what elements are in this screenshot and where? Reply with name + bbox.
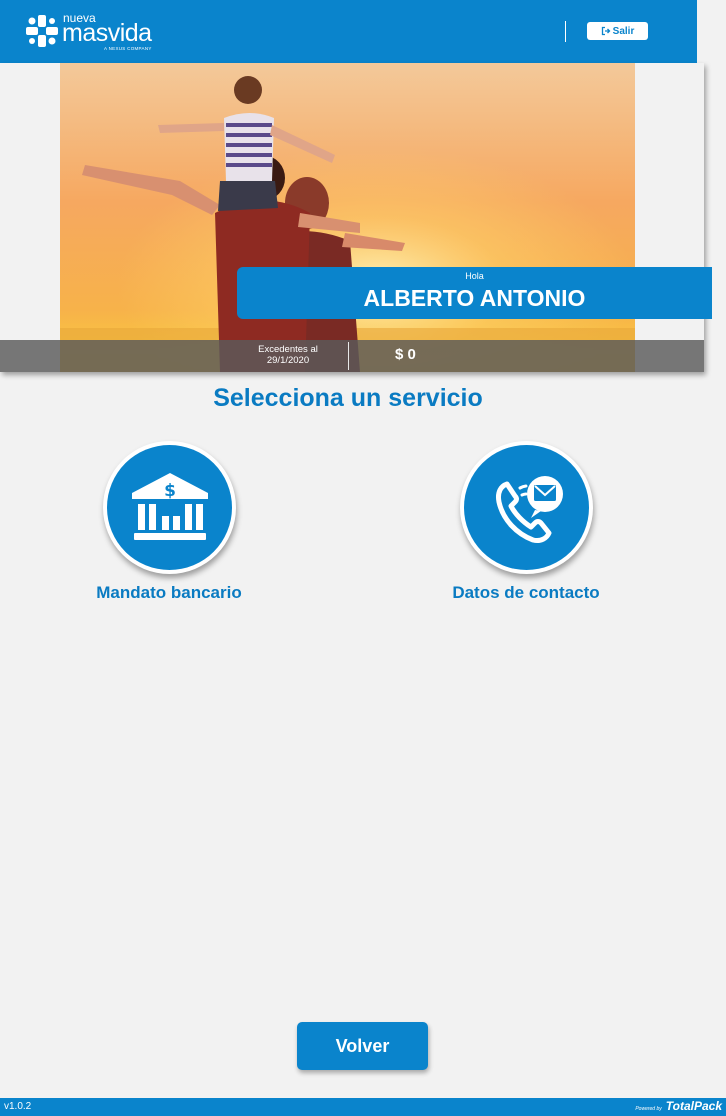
greeting-label: Hola [465,271,484,281]
logout-label: Salir [612,25,635,37]
totalpack-logo: TotalPack [665,1099,722,1113]
services-title: Selecciona un servicio [213,384,483,412]
greeting-box: Hola ALBERTO ANTONIO [237,267,712,319]
header-divider [565,21,566,42]
back-button[interactable]: Volver [297,1022,428,1070]
logout-button[interactable]: Salir [587,22,648,40]
logo-text-big: masvida [62,19,152,47]
logo-mark-icon [26,15,58,47]
balance-bar: Excedentes al 29/1/2020 $ 0 [0,340,704,372]
logo: nueva masvida A NEXUS COMPANY [24,12,164,52]
family-photo [60,63,635,372]
footer: v1.0.2 Powered by TotalPack [0,1098,726,1116]
service-bank-mandate-circle[interactable]: $ [103,441,236,574]
powered-by-text: Powered by [635,1106,662,1112]
service-contact-data-circle[interactable] [460,441,593,574]
balance-label-line1: Excedentes al [258,344,318,355]
sign-out-icon [601,26,611,36]
service-bank-mandate[interactable]: $ Mandato bancario [69,441,269,611]
app-header: nueva masvida A NEXUS COMPANY Salir [0,0,697,63]
balance-value: $ 0 [395,346,416,363]
service-contact-data-label[interactable]: Datos de contacto [426,582,626,604]
hero-banner: Hola ALBERTO ANTONIO Excedentes al 29/1/… [0,63,712,372]
phone-mail-icon [495,475,563,543]
balance-divider [348,342,349,370]
balance-date: 29/1/2020 [266,355,310,366]
user-name: ALBERTO ANTONIO [363,285,586,311]
logo-tagline: A NEXUS COMPANY [104,46,152,51]
powered-by-badge: Powered by TotalPack [635,1099,722,1113]
balance-label: Excedentes al 29/1/2020 [248,344,328,366]
bank-icon: $ [131,472,208,540]
service-contact-data[interactable]: Datos de contacto [426,441,626,611]
svg-text:$: $ [164,481,176,501]
service-bank-mandate-label[interactable]: Mandato bancario [69,582,269,604]
version-label: v1.0.2 [4,1101,32,1112]
